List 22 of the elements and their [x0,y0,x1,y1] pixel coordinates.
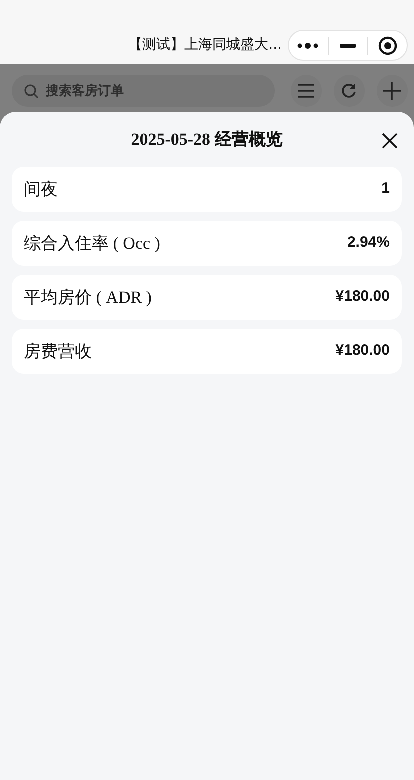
close-icon [380,130,400,151]
metric-label: 间夜 [24,178,58,201]
metric-value: 2.94% [347,233,390,254]
target-icon [378,36,398,56]
add-button[interactable] [376,75,408,107]
menu-icon [298,84,314,98]
metric-label: 平均房价 ( ADR ) [24,286,152,309]
metric-value: 1 [382,179,390,200]
minimize-icon [340,44,356,48]
menu-button[interactable] [290,75,322,107]
search-field[interactable]: 搜索客房订单 [12,75,275,107]
metric-label: 综合入住率 ( Occ ) [24,232,160,255]
more-icon [297,42,320,50]
refresh-icon [341,83,358,99]
sheet-title: 2025-05-28 经营概览 [131,128,283,151]
metric-value: ¥180.00 [336,287,390,308]
plus-icon [383,82,402,100]
metric-label: 房费营收 [24,340,92,363]
app-title: 【测试】上海同城盛大... [128,36,282,55]
metric-value: ¥180.00 [336,341,390,362]
search-icon [24,84,39,99]
refresh-button[interactable] [334,75,365,107]
